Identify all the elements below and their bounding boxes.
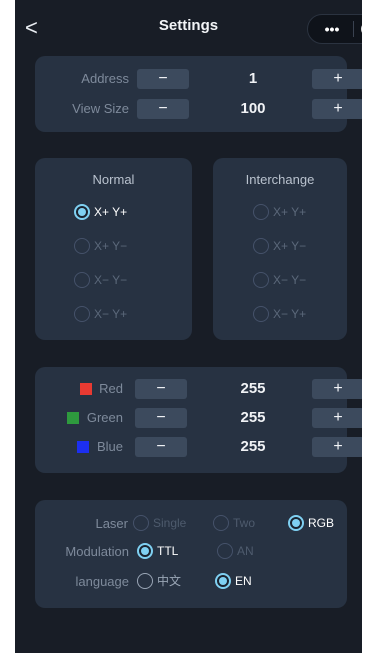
interchange-option-label: X− Y−	[273, 273, 307, 287]
green-plus-button[interactable]: +	[312, 408, 362, 428]
red-swatch	[80, 383, 92, 395]
laser-option-label: RGB	[308, 516, 335, 530]
address-minus-button[interactable]: −	[137, 69, 189, 89]
laser-label: Laser	[95, 516, 128, 531]
language-option-label: EN	[235, 574, 252, 588]
radio-icon[interactable]	[253, 272, 269, 288]
normal-option-label: X− Y+	[94, 307, 128, 321]
radio-selected-icon[interactable]	[215, 573, 231, 589]
normal-card: Normal X+ Y+ X+ Y− X− Y− X− Y+	[35, 158, 192, 340]
address-value: 1	[248, 70, 258, 87]
blue-value: 255	[240, 438, 266, 455]
modulation-option-label: AN	[237, 544, 254, 558]
radio-icon[interactable]	[133, 515, 149, 531]
normal-option-label: X+ Y+	[94, 205, 128, 219]
radio-icon[interactable]	[74, 272, 90, 288]
laser-option-label: Two	[233, 516, 256, 530]
address-plus-button[interactable]: +	[312, 69, 362, 89]
language-option-label: 中文	[157, 574, 182, 588]
normal-title: Normal	[92, 172, 135, 187]
interchange-option-label: X+ Y+	[273, 205, 307, 219]
radio-icon[interactable]	[74, 238, 90, 254]
interchange-option-label: X− Y+	[273, 307, 307, 321]
view-size-plus-button[interactable]: +	[312, 99, 362, 119]
view-size-value: 100	[240, 100, 266, 117]
more-icon[interactable]: •••	[318, 17, 346, 41]
radio-icon[interactable]	[213, 515, 229, 531]
normal-option-label: X− Y−	[94, 273, 128, 287]
modulation-option-label: TTL	[157, 544, 179, 558]
radio-icon[interactable]	[217, 543, 233, 559]
green-minus-button[interactable]: −	[135, 408, 187, 428]
interchange-card: Interchange X+ Y+ X+ Y− X− Y− X− Y+	[213, 158, 347, 340]
mini-program-capsule: •••	[307, 14, 362, 44]
view-size-row: View Size − 100 +	[35, 97, 362, 121]
red-label: Red	[99, 381, 123, 396]
view-size-minus-button[interactable]: −	[137, 99, 189, 119]
blue-label: Blue	[96, 439, 123, 454]
red-value: 255	[240, 380, 266, 397]
address-label: Address	[81, 71, 129, 86]
settings-screen: < Settings ••• Address − 1 + View Size −…	[15, 0, 362, 653]
radio-icon[interactable]	[74, 306, 90, 322]
view-size-label: View Size	[72, 101, 129, 116]
radio-icon[interactable]	[253, 204, 269, 220]
radio-icon[interactable]	[253, 306, 269, 322]
address-card: Address − 1 + View Size − 100 +	[35, 56, 362, 132]
laser-option-label: Single	[153, 516, 187, 530]
blue-plus-button[interactable]: +	[312, 437, 362, 457]
red-row: Red − 255 +	[35, 377, 362, 401]
capsule-divider	[353, 21, 354, 37]
blue-row: Blue − 255 +	[35, 435, 362, 459]
radio-selected-icon[interactable]	[137, 543, 153, 559]
red-plus-button[interactable]: +	[312, 379, 362, 399]
interchange-title: Interchange	[245, 172, 315, 187]
radio-selected-icon[interactable]	[74, 204, 90, 220]
blue-minus-button[interactable]: −	[135, 437, 187, 457]
language-label: language	[75, 574, 130, 589]
radio-icon[interactable]	[253, 238, 269, 254]
address-row: Address − 1 +	[35, 67, 362, 91]
modulation-row: Modulation TTL AN	[35, 540, 347, 564]
normal-option-label: X+ Y−	[94, 239, 128, 253]
radio-selected-icon[interactable]	[288, 515, 304, 531]
modulation-label: Modulation	[65, 544, 129, 559]
green-value: 255	[240, 409, 266, 426]
green-row: Green − 255 +	[35, 406, 362, 430]
radio-icon[interactable]	[137, 573, 153, 589]
language-row: language 中文 EN	[35, 570, 347, 594]
interchange-option-label: X+ Y−	[273, 239, 307, 253]
options-card: Laser Single Two RGB Modulation TTL AN l…	[35, 500, 347, 608]
rgb-card: Red − 255 + Green − 255 + Blue − 255 +	[35, 367, 362, 473]
green-label: Green	[86, 410, 123, 425]
laser-row: Laser Single Two RGB	[35, 512, 347, 536]
close-target-icon[interactable]	[360, 20, 362, 38]
blue-swatch	[77, 441, 89, 453]
green-swatch	[67, 412, 79, 424]
red-minus-button[interactable]: −	[135, 379, 187, 399]
